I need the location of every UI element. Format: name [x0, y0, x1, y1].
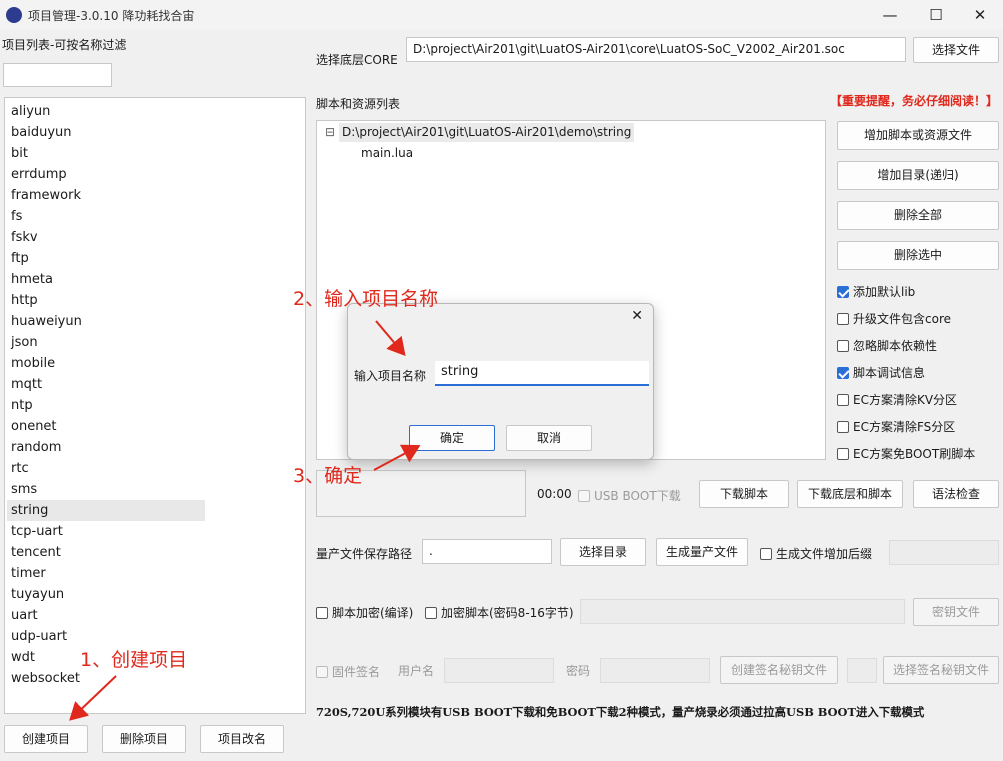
annotation-step1: 1、创建项目	[80, 649, 188, 671]
annotation-step2: 2、输入项目名称	[293, 288, 439, 310]
arrow-step2	[375, 320, 406, 357]
arrow-step3	[373, 444, 421, 471]
arrow-step1	[69, 675, 117, 721]
annotation-step3: 3、确定	[293, 465, 363, 487]
